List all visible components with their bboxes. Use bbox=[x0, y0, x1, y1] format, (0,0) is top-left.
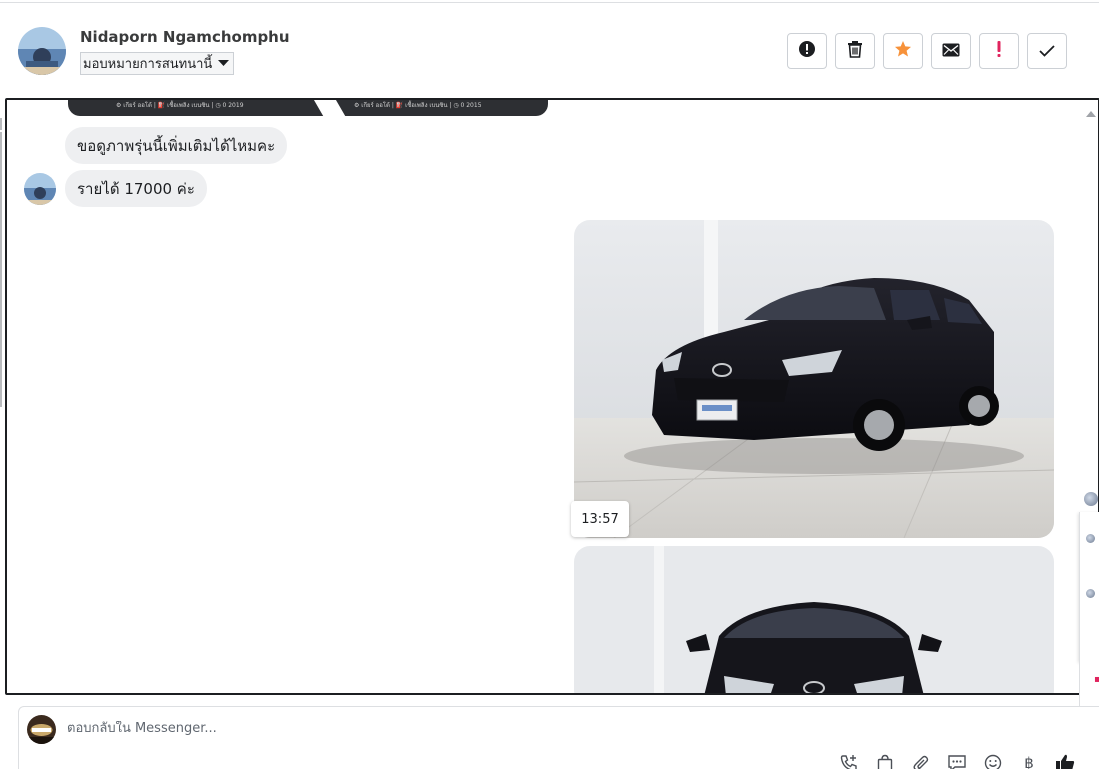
payment-icon[interactable]: ฿ bbox=[1019, 753, 1039, 769]
image-caption-right: ⚙ เกียร์ ออโต้ | ⛽ เชื้อเพลิง เบนซิน | ◷… bbox=[354, 102, 482, 109]
mail-button[interactable] bbox=[931, 33, 971, 69]
car-photo-attachment[interactable] bbox=[574, 220, 1054, 538]
alert-circle-icon bbox=[798, 40, 816, 62]
page-avatar bbox=[27, 715, 56, 744]
conversation-toolbar bbox=[787, 33, 1067, 69]
message-bubble[interactable]: ขอดูภาพรุ่นนี้เพิ่มเติมได้ไหมคะ bbox=[65, 127, 288, 164]
car-photo-attachment[interactable] bbox=[574, 546, 1054, 693]
top-divider bbox=[0, 2, 1099, 3]
paperclip-icon[interactable] bbox=[911, 753, 931, 769]
delete-button[interactable] bbox=[835, 33, 875, 69]
contact-avatar[interactable] bbox=[18, 27, 66, 75]
assign-conversation-dropdown[interactable]: มอบหมายการสนทนานี้ bbox=[80, 52, 235, 75]
check-icon bbox=[1039, 42, 1055, 61]
composer-toolbar: ฿ bbox=[839, 753, 1075, 769]
image-caption-left: ⚙ เกียร์ ออโต้ | ⛽ เชื้อเพลิง เบนซิน | ◷… bbox=[116, 102, 244, 109]
shopping-bag-icon[interactable] bbox=[875, 753, 895, 769]
left-scroll-mark bbox=[0, 118, 2, 130]
important-button[interactable] bbox=[979, 33, 1019, 69]
scroll-up-arrow-icon[interactable] bbox=[1086, 104, 1096, 117]
message-thread[interactable]: ⚙ เกียร์ ออโต้ | ⛽ เชื้อเพลิง เบนซิน | ◷… bbox=[5, 98, 1099, 695]
star-icon bbox=[894, 40, 912, 62]
previous-image-attachment[interactable]: ⚙ เกียร์ ออโต้ | ⛽ เชื้อเพลิง เบนซิน | ◷… bbox=[68, 100, 548, 116]
caret-down-icon bbox=[218, 56, 230, 71]
report-button[interactable] bbox=[787, 33, 827, 69]
message-bubble[interactable]: รายได้ 17000 ค่ะ bbox=[65, 170, 207, 207]
contact-name[interactable]: Nidaporn Ngamchomphu bbox=[80, 28, 290, 46]
side-avatar-icon bbox=[1086, 534, 1095, 543]
side-avatar-icon[interactable] bbox=[1084, 492, 1098, 506]
trash-icon bbox=[847, 40, 863, 62]
photo-timestamp: 13:57 bbox=[571, 501, 629, 537]
image-divider bbox=[312, 100, 346, 116]
side-avatar-icon bbox=[1086, 589, 1095, 598]
saved-replies-icon[interactable] bbox=[947, 753, 967, 769]
inbox-conversation-view: Nidaporn Ngamchomphu มอบหมายการสนทนานี้ bbox=[0, 0, 1099, 769]
like-icon[interactable] bbox=[1055, 753, 1075, 769]
side-card[interactable] bbox=[1079, 512, 1099, 662]
assign-label: มอบหมายการสนทนานี้ bbox=[83, 57, 213, 72]
add-call-icon[interactable] bbox=[839, 753, 859, 769]
exclamation-icon bbox=[996, 40, 1002, 62]
side-flag-icon: ▪ bbox=[1094, 674, 1099, 685]
reply-composer: ฿ bbox=[18, 706, 1099, 769]
star-button[interactable] bbox=[883, 33, 923, 69]
emoji-icon[interactable] bbox=[983, 753, 1003, 769]
left-scroll-track bbox=[0, 132, 2, 407]
envelope-icon bbox=[942, 42, 960, 61]
reply-input[interactable] bbox=[67, 721, 767, 736]
done-button[interactable] bbox=[1027, 33, 1067, 69]
sender-avatar bbox=[24, 173, 56, 205]
